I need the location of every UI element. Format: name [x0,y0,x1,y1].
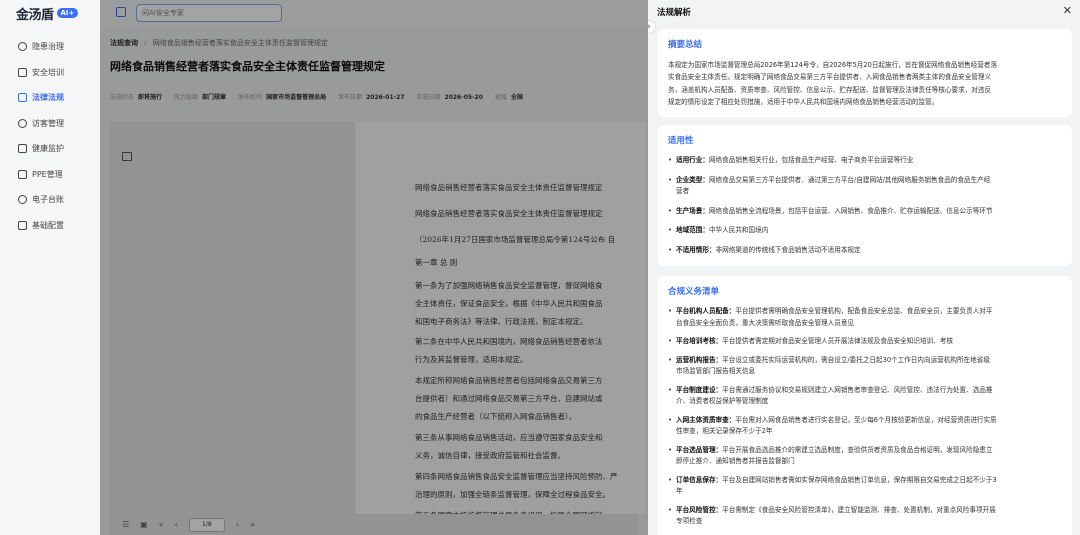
list-item: 平台选品管理：平台开展食品选品推介的需建立选品制度，查验供货者资质及食品合格证明… [668,445,1062,468]
sidebar-item[interactable]: 基础配置 [0,213,100,239]
list-item: 企业类型：网络食品交易第三方平台提供者、通过第三方平台/自建网站/其他网络服务销… [668,175,1062,198]
item-key: 企业类型： [676,175,709,184]
item-text: 市场监管部门报告相关信息 [676,367,756,375]
gear-icon [18,220,27,230]
item-key: 适用行业： [676,156,709,164]
sidebar-item-label: 法律法规 [32,93,64,103]
logo-text: 金汤盾 [16,7,54,23]
item-key: 地域范围： [676,226,709,234]
sidebar-item[interactable]: 安全培训 [0,60,100,86]
item-key: 运营机构报告： [676,355,723,364]
sidebar-item[interactable]: 隐患治理 [0,34,100,60]
item-key: 入网主体资质审查： [676,415,736,424]
sidebar-item-label: 隐患治理 [32,42,64,52]
close-icon[interactable]: ✕ [1063,4,1072,17]
ppe-icon [18,169,27,179]
item-text: 平台提供者需明确食品安全管理机构，配备食品安全总监、食品安全员，主要负责人对平 [735,307,993,315]
modal-overlay[interactable] [100,0,648,535]
summary-card: 摘要总结 本规定为国家市场监督管理总局2026年第124号令，自2026年5月2… [658,29,1072,117]
obligations-title: 合规义务清单 [668,287,720,297]
sidebar-item-label: PPE管理 [32,169,63,179]
visitor-icon [18,118,27,128]
collapse-drawer-icon[interactable]: › [648,20,656,34]
item-text: 网络食品销售相关行业，包括食品生产经营、电子商务平台运营等行业 [708,156,914,164]
summary-line: 务，涵盖机构人员配备、资质审查、风险管控、信息公示、贮存配送、监督管理及法律责任… [668,85,992,94]
sidebar-item-label: 安全培训 [32,67,64,77]
item-key: 平台培训考核： [676,337,723,345]
list-item: 适用行业：网络食品销售相关行业，包括食品生产经营、电子商务平台运营等行业 [668,155,1062,167]
applicability-card: 适用性 适用行业：网络食品销售相关行业，包括食品生产经营、电子商务平台运营等行业… [658,125,1072,266]
item-text: 专项检查 [676,517,703,525]
sidebar-item-label: 基础配置 [32,220,64,230]
list-item: 平台机构人员配备：平台提供者需明确食品安全管理机构，配备食品安全总监、食品安全员… [668,306,1062,329]
screen-icon [18,67,27,77]
item-text: 中华人民共和国境内 [708,226,769,234]
item-text: 介、消费者权益保护等管理制度 [676,397,769,405]
item-text: 平台设立或委托实际运营机构的，需自设立/委托之日起30个工作日内向运营机构所在地… [722,355,990,364]
obligations-card: 合规义务清单 平台机构人员配备：平台提供者需明确食品安全管理机构，配备食品安全总… [658,276,1072,535]
item-text: 非网络渠道的传统线下食品销售活动不适用本规定 [715,245,861,254]
summary-title: 摘要总结 [668,40,703,50]
analysis-drawer: › 法规解析 ✕ 摘要总结 本规定为国家市场监督管理总局2026年第124号令，… [648,0,1080,535]
list-item: 地域范围：中华人民共和国境内 [668,225,1062,237]
sidebar-item[interactable]: 法律法规 [0,85,100,111]
list-item: 运营机构报告：平台设立或委托实际运营机构的，需自设立/委托之日起30个工作日内向… [668,355,1062,378]
item-key: 平台制度建设： [676,385,723,394]
item-text: 平台需制定《食品安全风险管控清单》，建立智能监测、排查、处置机制，对重点风险事项… [722,505,996,514]
item-text: 年 [676,487,683,495]
list-item: 不适用情形：非网络渠道的传统线下食品销售活动不适用本规定 [668,245,1062,257]
item-text: 营者 [676,187,690,195]
item-text: 平台开展食品选品推介的需建立选品制度，查验供货者资质及食品合格证明，发现风险隐患… [722,445,993,454]
shield-icon [18,144,27,154]
item-text: 网络食品交易第三方平台提供者、通过第三方平台/自建网站/其他网络服务销售食品的食… [708,175,991,184]
item-text: 即停止推介、通知销售者并报告监督部门 [676,457,795,465]
list-item: 平台培训考核：平台提供者需定期对食品安全管理人员开展法律法规及食品安全知识培训、… [668,336,1062,348]
item-key: 平台选品管理： [676,445,723,454]
summary-line: 实食品安全主体责任。规定明确了网络食品交易第三方平台提供者、入网食品销售者两类主… [668,73,992,82]
drawer-title: 法规解析 [657,8,692,18]
sidebar-item[interactable]: PPE管理 [0,162,100,188]
sidebar: 金汤盾 AI+ 隐患治理安全培训法律法规访客管理健康监护 PPE管理电子台账基础配… [0,0,100,535]
list-item: 入网主体资质审查：平台需对入网食品销售者进行实名登记，至少每6个月核验更新信息，… [668,415,1062,438]
summary-line: 本规定为国家市场监督管理总局2026年第124号令，自2026年5月20日起施行… [668,61,998,69]
target-icon [18,42,27,52]
list-item: 生产场景：网络食品销售全流程场景，包括平台运营、入网销售、食品推介、贮存运输配送… [668,206,1062,218]
sidebar-item-label: 访客管理 [32,118,64,128]
item-key: 不适用情形： [676,245,716,254]
item-text: 台食品安全全面负责，重大决策需听取食品安全管理人员意见 [676,318,855,327]
item-key: 平台风险管控： [676,505,723,514]
list-item: 平台风险管控：平台需制定《食品安全风险管控清单》，建立智能监测、排查、处置机制，… [668,505,1062,528]
sidebar-item-label: 健康监护 [32,144,64,154]
list-item: 订单信息保存：平台及自建网站销售者需如实保存网络食品销售订单信息，保存期限自交易… [668,475,1062,498]
sidebar-item[interactable]: 健康监护 [0,136,100,162]
item-text: 平台提供者需定期对食品安全管理人员开展法律法规及食品安全知识培训、考核 [722,337,953,345]
sidebar-nav: 隐患治理安全培训法律法规访客管理健康监护 PPE管理电子台账基础配置 [0,34,100,238]
sidebar-item[interactable]: 电子台账 [0,187,100,213]
app-logo[interactable]: 金汤盾 AI+ [16,4,79,23]
item-text: 平台需通过服务协议和交易规则建立入网销售者审查登记、风险管控、违法行为处置、选品… [722,385,993,394]
item-key: 订单信息保存： [676,475,723,484]
list-item: 平台制度建设：平台需通过服务协议和交易规则建立入网销售者审查登记、风险管控、违法… [668,385,1062,408]
logo-badge: AI+ [56,8,79,18]
sidebar-item[interactable]: 访客管理 [0,111,100,137]
item-key: 平台机构人员配备： [676,307,736,315]
sidebar-item-label: 电子台账 [32,195,64,205]
item-text: 平台及自建网站销售者需如实保存网络食品销售订单信息，保存期限自交易完成之日起不少… [722,475,997,484]
item-key: 生产场景： [676,206,709,215]
item-text: 平台需对入网食品销售者进行实名登记，至少每6个月核验更新信息，对经营资质进行实质 [735,415,997,424]
ledger-icon [18,195,27,205]
book-icon [18,93,27,103]
summary-text: 本规定为国家市场监督管理总局2026年第124号令，自2026年5月20日起施行… [668,59,1062,108]
item-text: 网络食品销售全流程场景，包括平台运营、入网销售、食品推介、贮存运输配送、信息公示… [708,206,993,215]
item-text: 性审查，相关记录保存不少于2年 [676,427,773,435]
summary-line: 规定的情形设定了相应处罚措施，适用于中华人民共和国境内网络食品销售经营活动的监管… [668,97,939,106]
applicability-title: 适用性 [668,136,694,146]
